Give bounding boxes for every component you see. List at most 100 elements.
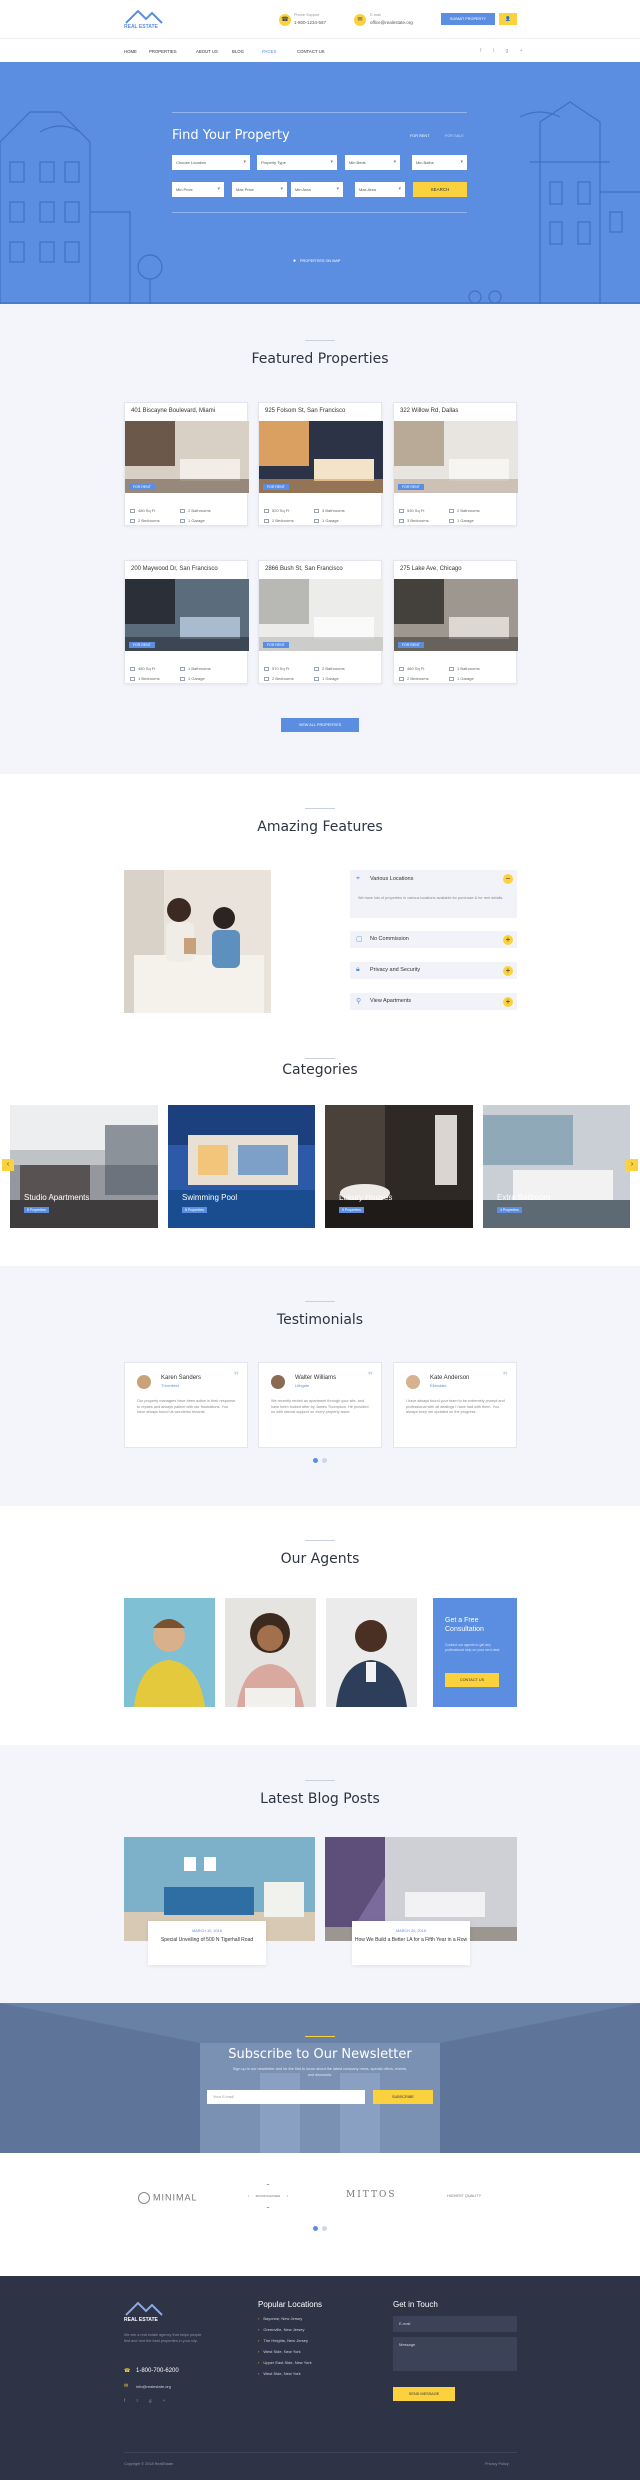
plus-icon[interactable]: +	[503, 935, 513, 945]
max-price-select[interactable]: Max Price	[232, 182, 287, 197]
tab-for-sale[interactable]: FOR SALE	[445, 134, 464, 138]
location-select[interactable]: Choose Location	[172, 155, 250, 170]
property-type-select[interactable]: Property Type	[257, 155, 337, 170]
location-name[interactable]: Bayonne, New Jersey	[263, 2316, 302, 2321]
agent-photo[interactable]	[124, 1598, 215, 1707]
pagination-dot-active[interactable]	[313, 2226, 318, 2231]
location-name[interactable]: Upper East Side, New York	[263, 2360, 311, 2365]
min-beds-select[interactable]: Min Beds	[345, 155, 400, 170]
min-area-select[interactable]: Min Area	[291, 182, 343, 197]
search-button[interactable]: SEARCH	[413, 182, 467, 197]
pagination-dot-active[interactable]	[313, 1458, 318, 1463]
subscribe-button[interactable]: SUBSCRIBE	[373, 2090, 433, 2104]
category-luxury[interactable]: Luxury Houses 5 Properties	[325, 1105, 473, 1228]
submit-property-button[interactable]: SUBMIT PROPERTY	[441, 13, 495, 25]
nav-properties[interactable]: PROPERTIES	[149, 49, 177, 54]
partner-logo-quality[interactable]: HIGHEST QUALITY	[447, 2194, 481, 2198]
max-area-select[interactable]: Max Area	[355, 182, 405, 197]
send-message-button[interactable]: SEND MESSAGE	[393, 2387, 455, 2401]
newsletter-email-input[interactable]: Your E-mail	[207, 2090, 365, 2104]
contact-us-button[interactable]: CONTACT US	[445, 1673, 499, 1687]
category-pool[interactable]: Swimming Pool 6 Properties	[168, 1105, 315, 1228]
property-image[interactable]	[394, 579, 518, 651]
property-area-value: 570 Sq Ft	[272, 666, 290, 671]
category-studio[interactable]: Studio Apartments 8 Properties	[10, 1105, 158, 1228]
baths-icon	[399, 676, 404, 681]
privacy-link[interactable]: Privacy Policy	[485, 2462, 509, 2466]
property-beds-value: 2 Bathrooms	[322, 666, 345, 671]
view-all-properties-button[interactable]: VIEW ALL PROPERTIES	[281, 718, 359, 732]
property-area: 520 Sq Ft	[264, 508, 289, 513]
featured-divider	[305, 340, 335, 341]
location-name[interactable]: West Side, New York	[263, 2349, 300, 2354]
footer-social-icons[interactable]: f t g +	[124, 2398, 170, 2403]
property-title[interactable]: 401 Biscayne Boulevard, Miami	[131, 408, 215, 414]
min-price-select[interactable]: Min Price	[172, 182, 224, 197]
agent-photo[interactable]	[326, 1598, 417, 1707]
properties-on-map-link[interactable]: PROPERTIES ON MAP	[300, 259, 340, 263]
baths-icon	[130, 676, 135, 681]
property-title[interactable]: 2866 Bush St, San Francisco	[265, 566, 343, 572]
property-title[interactable]: 925 Folsom St, San Francisco	[265, 408, 345, 414]
min-baths-select[interactable]: Min Baths	[412, 155, 467, 170]
property-image[interactable]	[125, 421, 249, 493]
location-link[interactable]: › The Heights, New Jersey	[258, 2338, 308, 2343]
nav-contact[interactable]: CONTACT US	[297, 49, 325, 54]
property-image[interactable]	[394, 421, 518, 493]
footer-message-input[interactable]: Message	[393, 2337, 517, 2371]
blog-post-title[interactable]: How We Build a Better LA for a Fifth Yea…	[352, 1937, 470, 1944]
location-link[interactable]: › Upper East Side, New York	[258, 2360, 312, 2365]
location-link[interactable]: › Bayonne, New Jersey	[258, 2316, 302, 2321]
beds-icon	[314, 508, 319, 513]
category-count: 5 Properties	[339, 1207, 364, 1213]
location-name[interactable]: Greenville, New Jersey	[263, 2327, 304, 2332]
blog-post-title[interactable]: Special Unveiling of 500 N Tigerhall Roa…	[148, 1937, 266, 1944]
plus-icon[interactable]: +	[503, 966, 513, 976]
user-icon[interactable]: 👤	[499, 13, 517, 25]
agent-photo[interactable]	[225, 1598, 316, 1707]
pagination-dot[interactable]	[322, 2226, 327, 2231]
partner-logo-minimal[interactable]: MINIMAL	[138, 2192, 198, 2204]
minus-icon[interactable]: −	[503, 874, 513, 884]
footer-email-input[interactable]: E-mail	[393, 2316, 517, 2332]
carousel-next-arrow-icon[interactable]: ›	[626, 1159, 638, 1171]
feature-label: Privacy and Security	[370, 967, 421, 973]
location-link[interactable]: › West Side, New York	[258, 2349, 301, 2354]
property-title[interactable]: 200 Maywood Dr, San Francisco	[131, 566, 218, 572]
location-link[interactable]: › Greenville, New Jersey	[258, 2327, 304, 2332]
property-title[interactable]: 322 Willow Rd, Dallas	[400, 408, 458, 414]
nav-about[interactable]: ABOUT US	[196, 49, 218, 54]
nav-pages[interactable]: PAGES	[262, 49, 277, 54]
logo-icon[interactable]	[124, 8, 164, 24]
nav-home[interactable]: HOME	[124, 49, 137, 54]
property-image[interactable]	[259, 579, 383, 651]
location-name[interactable]: The Heights, New Jersey	[263, 2338, 308, 2343]
property-image[interactable]	[125, 579, 249, 651]
featured-section	[0, 304, 640, 774]
nav-blog[interactable]: BLOG	[232, 49, 244, 54]
logo-text[interactable]: REAL ESTATE	[124, 24, 158, 30]
feature-view-apartments[interactable]: ⚲ View Apartments +	[350, 993, 517, 1010]
footer-divider	[124, 2452, 517, 2453]
partner-logo-mittos[interactable]: MITTOS	[346, 2190, 397, 2200]
feature-label: No Commission	[370, 936, 409, 942]
location-link[interactable]: › West Side, New York	[258, 2371, 301, 2376]
pagination-dot[interactable]	[322, 1458, 327, 1463]
garage-icon	[449, 518, 454, 523]
feature-various-locations[interactable]: ⌖ Various Locations − We have lots of pr…	[350, 870, 517, 918]
property-baths-value: 2 Bedrooms	[272, 518, 294, 523]
category-extra-bedroom[interactable]: Extra Bedroom 4 Properties	[483, 1105, 630, 1228]
blog-card[interactable]: MARCH 10, 2018 Special Unveiling of 500 …	[148, 1921, 266, 1965]
plus-icon[interactable]: +	[503, 997, 513, 1007]
location-name[interactable]: West Side, New York	[263, 2371, 300, 2376]
tab-for-rent[interactable]: FOR RENT	[410, 134, 429, 138]
property-title[interactable]: 275 Lake Ave, Chicago	[400, 566, 462, 572]
property-baths-value: 2 Bedrooms	[138, 518, 160, 523]
social-icons[interactable]: f t g +	[480, 48, 528, 54]
carousel-prev-arrow-icon[interactable]: ‹	[2, 1159, 14, 1171]
feature-privacy[interactable]: 🔒︎ Privacy and Security +	[350, 962, 517, 979]
property-garage: 1 Garage	[180, 518, 205, 523]
property-image[interactable]	[259, 421, 383, 493]
blog-card[interactable]: MARCH 20, 2018 How We Build a Better LA …	[352, 1921, 470, 1965]
feature-no-commission[interactable]: ▢ No Commission +	[350, 931, 517, 948]
